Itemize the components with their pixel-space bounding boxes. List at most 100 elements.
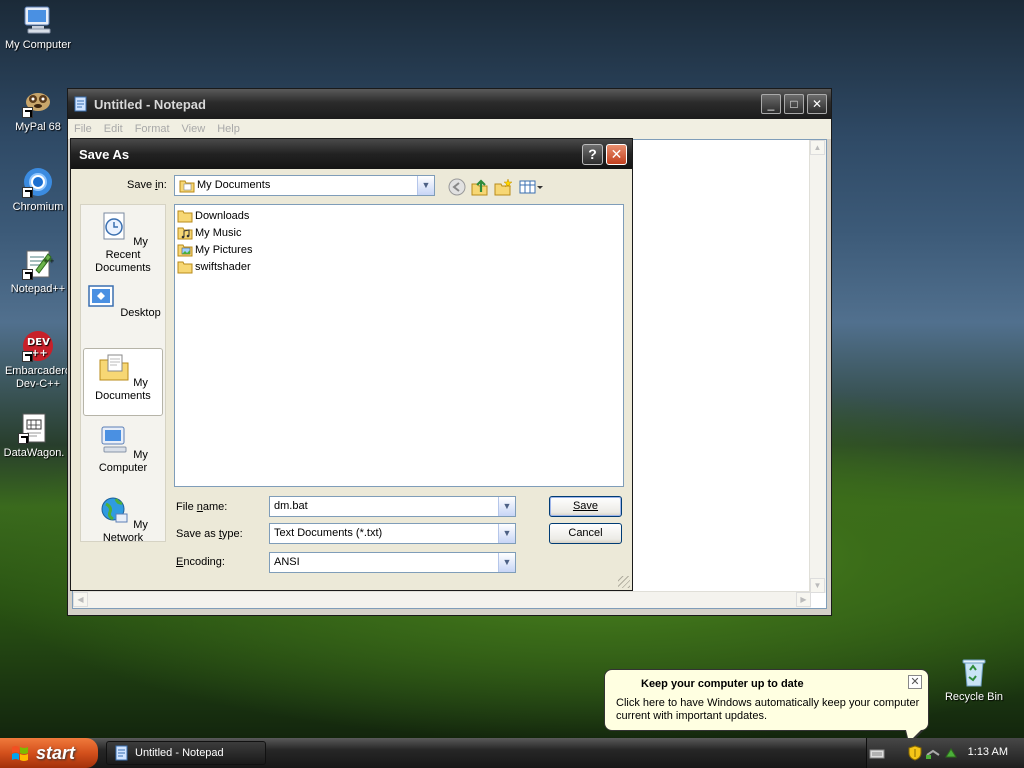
chevron-down-icon[interactable]: ▼ <box>498 553 515 572</box>
desktop-icon-datawagon[interactable]: DataWagon. <box>0 412 72 460</box>
chevron-down-icon[interactable]: ▼ <box>498 524 515 543</box>
place-my-recent-documents[interactable]: My Recent Documents <box>83 211 163 275</box>
list-item[interactable]: Downloads <box>177 207 249 224</box>
dialog-title-bar[interactable]: Save As ? ✕ <box>71 139 632 169</box>
file-name-input[interactable]: dm.bat ▼ <box>269 496 516 517</box>
start-label: start <box>36 742 76 763</box>
desktop-icon-label: DataWagon. <box>3 447 65 459</box>
folder-icon <box>179 180 195 193</box>
menu-help[interactable]: Help <box>217 123 240 135</box>
file-name-label: File name: <box>176 501 228 513</box>
places-bar: My Recent Documents Desktop My Documents… <box>80 204 166 545</box>
update-icon[interactable] <box>943 745 959 761</box>
scroll-up-icon[interactable]: ▲ <box>810 140 825 155</box>
chevron-down-icon[interactable]: ▼ <box>417 176 434 195</box>
new-folder-icon[interactable] <box>493 177 513 197</box>
keyboard-icon[interactable] <box>869 745 885 761</box>
menu-view[interactable]: View <box>182 123 206 135</box>
chevron-down-icon[interactable]: ▼ <box>498 497 515 516</box>
save-in-dropdown[interactable]: My Documents ▼ <box>174 175 435 196</box>
save-as-dialog[interactable]: Save As ? ✕ Save in: My Documents ▼ My R… <box>70 138 633 591</box>
desktop-icon-chromium[interactable]: Chromium <box>0 166 76 214</box>
desktop-icon-my-computer[interactable]: My Computer <box>0 4 76 52</box>
close-button[interactable]: ✕ <box>807 94 827 114</box>
notepad-title-bar[interactable]: Untitled - Notepad _ □ ✕ <box>68 89 831 119</box>
encoding-dropdown[interactable]: ANSI ▼ <box>269 552 516 573</box>
dialog-close-button[interactable]: ✕ <box>606 143 627 165</box>
place-desktop[interactable]: Desktop <box>83 282 163 320</box>
save-in-label: Save in: <box>127 179 167 191</box>
place-my-computer[interactable]: My Computer <box>83 424 163 475</box>
list-item-label: swiftshader <box>195 260 251 273</box>
start-button[interactable]: start <box>0 738 98 768</box>
dialog-title: Save As <box>79 146 130 162</box>
shortcut-arrow-icon <box>22 187 33 198</box>
taskbar-item-label: Untitled - Notepad <box>135 747 224 759</box>
horizontal-scrollbar[interactable]: ◀ ▶ <box>73 591 811 608</box>
desktop-icon-label: Embarcadero Dev-C++ <box>4 365 72 390</box>
notepad-title: Untitled - Notepad <box>94 96 206 112</box>
save-as-type-value: Text Documents (*.txt) <box>274 527 383 539</box>
balloon-title: Keep your computer up to date <box>641 678 804 690</box>
desktop-icon-label: Notepad++ <box>10 283 66 295</box>
recycle-bin-icon <box>958 656 990 688</box>
datawagon-icon <box>18 412 50 444</box>
help-button[interactable]: ? <box>582 143 603 165</box>
view-menu-icon[interactable] <box>518 177 544 197</box>
update-notification-balloon[interactable]: Keep your computer up to date Click here… <box>604 669 929 745</box>
list-item[interactable]: My Pictures <box>177 241 252 258</box>
place-label: Desktop <box>120 307 161 319</box>
list-item-label: Downloads <box>195 209 250 222</box>
scroll-down-icon[interactable]: ▼ <box>810 578 825 593</box>
scroll-right-icon[interactable]: ▶ <box>796 592 811 607</box>
save-as-type-label: Save as type: <box>176 528 243 540</box>
menu-file[interactable]: File <box>74 123 92 135</box>
save-button[interactable]: Save <box>549 496 622 517</box>
desktop-icon <box>88 285 115 307</box>
recent-documents-icon <box>103 212 125 240</box>
up-folder-icon[interactable] <box>470 177 490 197</box>
system-tray: 1:13 AM <box>866 738 1024 768</box>
encoding-label: Encoding: <box>176 556 225 568</box>
chromium-icon <box>22 166 54 198</box>
save-as-type-dropdown[interactable]: Text Documents (*.txt) ▼ <box>269 523 516 544</box>
folder-icon <box>177 210 193 222</box>
vertical-scrollbar[interactable]: ▲ ▼ <box>809 140 826 593</box>
shortcut-arrow-icon <box>22 351 33 362</box>
security-shield-icon[interactable] <box>907 745 923 761</box>
list-item[interactable]: My Music <box>177 224 241 241</box>
save-button-label: Save <box>572 500 599 512</box>
minimize-button[interactable]: _ <box>761 94 781 114</box>
computer-icon <box>101 426 127 453</box>
clock[interactable]: 1:13 AM <box>968 746 1008 758</box>
menu-edit[interactable]: Edit <box>104 123 123 135</box>
list-item[interactable]: swiftshader <box>177 258 251 275</box>
menu-format[interactable]: Format <box>135 123 170 135</box>
notepad-menu-bar: File Edit Format View Help <box>68 119 831 139</box>
network-globe-icon <box>101 497 128 523</box>
balloon-close-button[interactable]: ✕ <box>908 675 922 689</box>
back-icon[interactable] <box>447 177 467 197</box>
place-my-network[interactable]: My Network <box>83 494 163 545</box>
notepad-icon <box>74 96 87 112</box>
mypal-icon <box>22 86 54 118</box>
taskbar-item-notepad[interactable]: Untitled - Notepad <box>106 741 266 765</box>
scroll-left-icon[interactable]: ◀ <box>73 592 88 607</box>
pictures-folder-icon <box>177 244 193 256</box>
desktop-icon-notepadpp[interactable]: ++ Notepad++ <box>0 248 76 296</box>
cancel-button[interactable]: Cancel <box>549 523 622 544</box>
svg-text:++: ++ <box>42 256 54 264</box>
desktop-icon-label: Chromium <box>12 201 64 213</box>
desktop-icon-recycle-bin[interactable]: Recycle Bin <box>936 656 1012 704</box>
network-icon[interactable] <box>925 745 941 761</box>
list-item-label: My Music <box>195 226 242 239</box>
file-list[interactable]: Downloads My Music My Pictures swiftshad… <box>174 204 624 487</box>
maximize-button[interactable]: □ <box>784 94 804 114</box>
shortcut-arrow-icon <box>18 433 29 444</box>
resize-grip-icon[interactable] <box>618 576 630 588</box>
balloon-text: Click here to have Windows automatically… <box>616 697 920 722</box>
desktop-icon-mypal[interactable]: MyPal 68 <box>0 86 76 134</box>
place-my-documents[interactable]: My Documents <box>83 348 163 416</box>
desktop-icon-devcpp[interactable]: DEV ++ Embarcadero Dev-C++ <box>0 330 76 391</box>
my-computer-icon <box>22 4 54 36</box>
